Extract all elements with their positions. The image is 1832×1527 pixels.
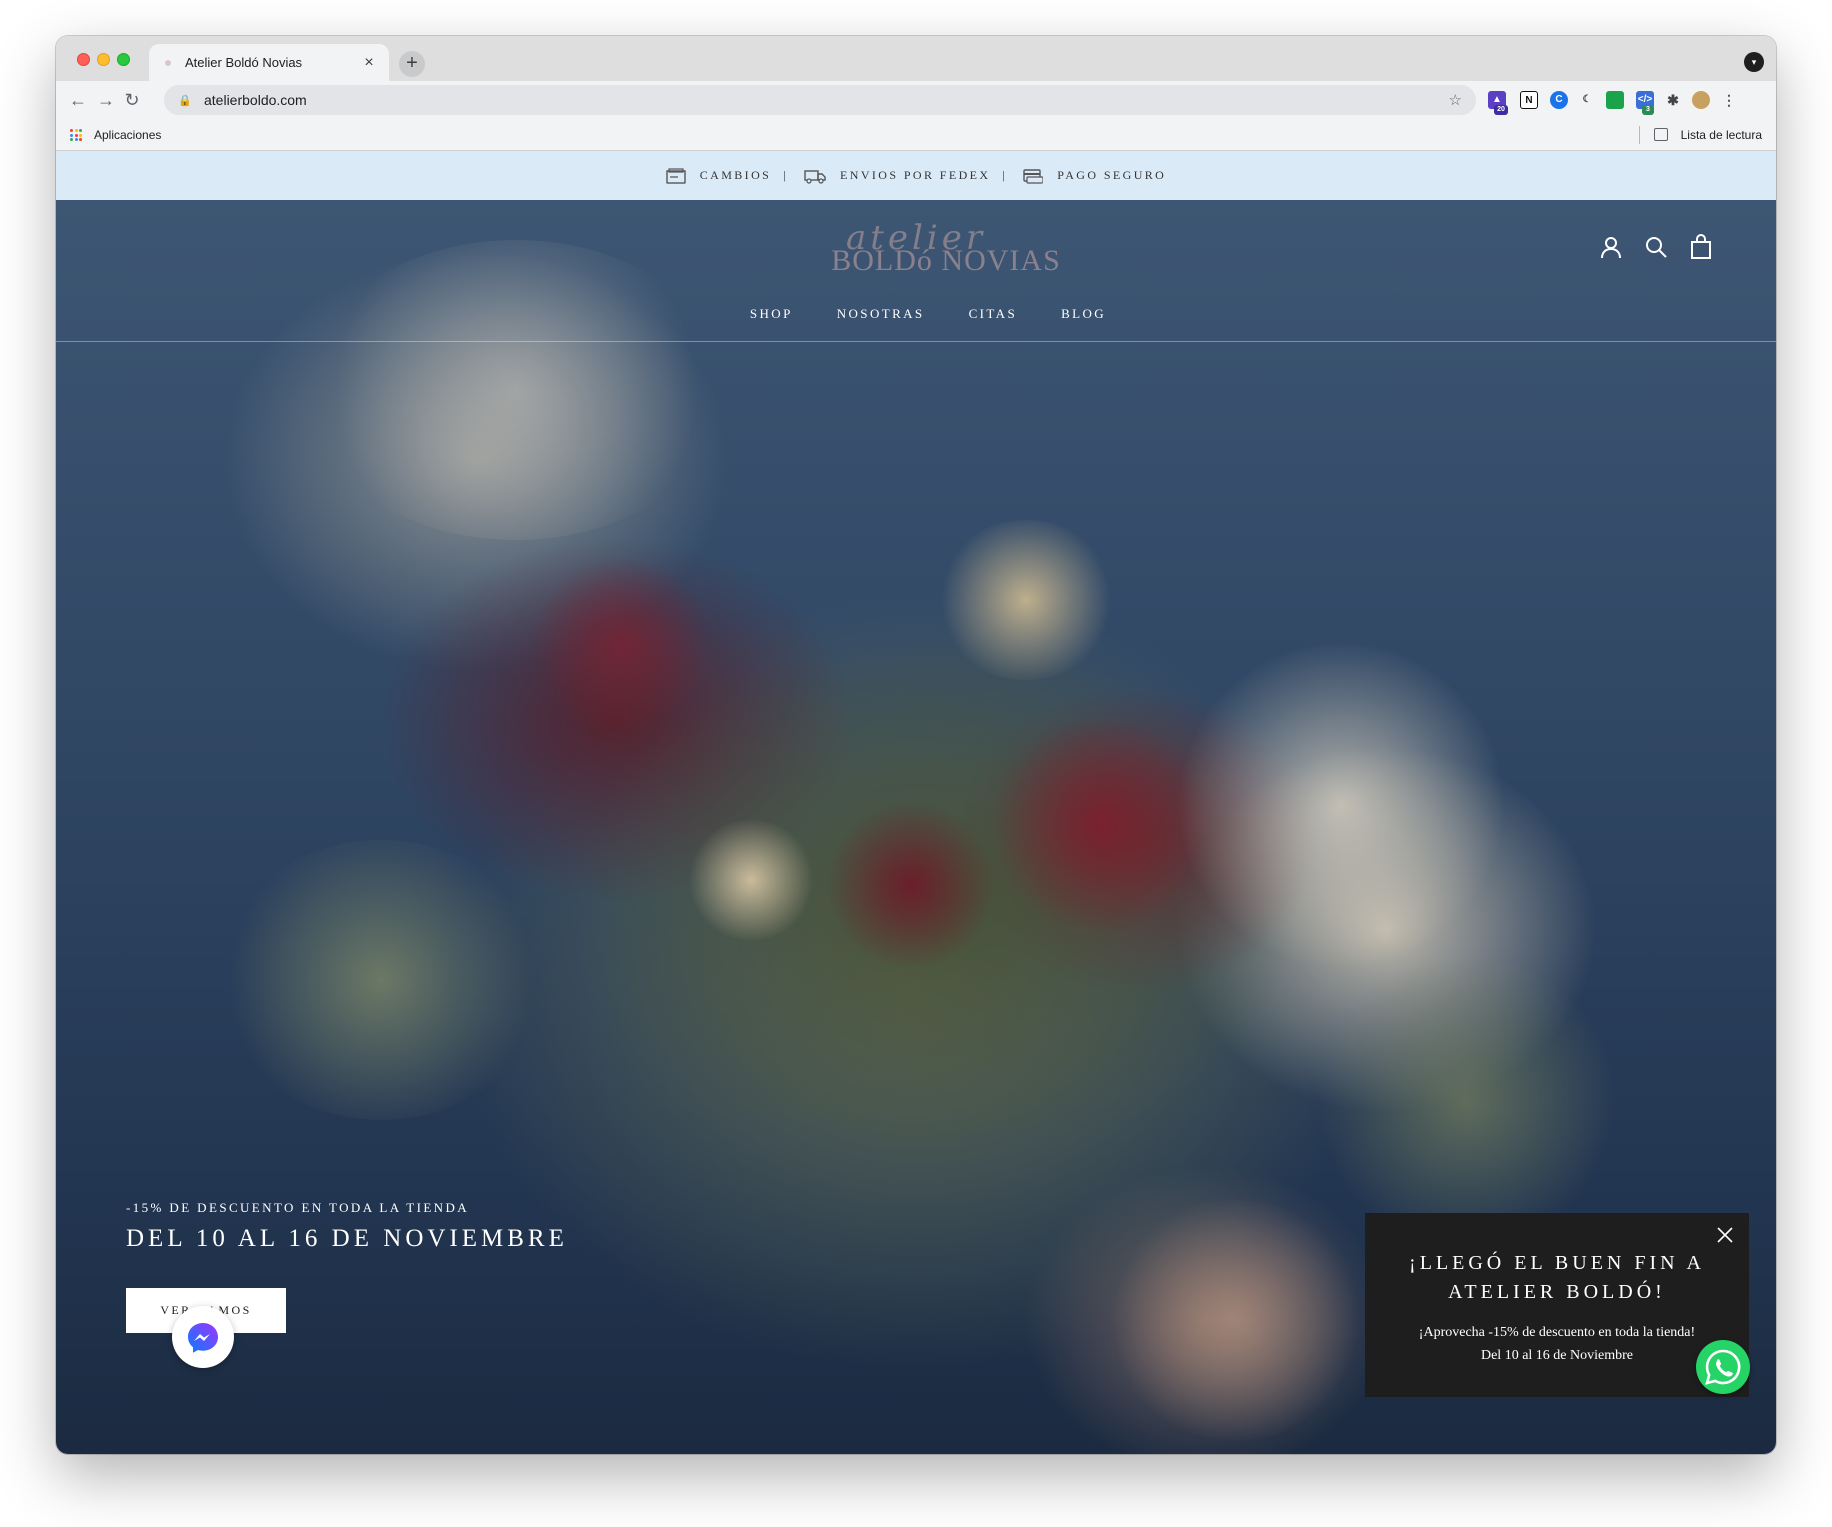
apps-bookmark[interactable]: Aplicaciones xyxy=(94,128,161,142)
site-header: atelier BOLDó NOVIAS SHOP NOSOTRAS CITAS… xyxy=(56,200,1776,342)
secure-payment-icon xyxy=(1023,168,1044,184)
extension-moon-icon[interactable]: ☾ xyxy=(1578,91,1596,109)
popup-body: ¡Aprovecha -15% de descuento en toda la … xyxy=(1365,1321,1749,1367)
browser-toolbar: ← → ↻ 🔒 atelierboldo.com ☆ ▲ 20 N C ☾ </… xyxy=(56,81,1776,119)
tab-title: Atelier Boldó Novias xyxy=(185,55,303,70)
messenger-chat-button[interactable] xyxy=(172,1306,234,1368)
address-bar[interactable]: 🔒 atelierboldo.com ☆ xyxy=(164,85,1476,115)
popup-title: ¡LLEGÓ EL BUEN FIN A ATELIER BOLDÓ! xyxy=(1409,1252,1705,1303)
extension-badge: 3 xyxy=(1642,105,1654,115)
reload-icon[interactable]: ↻ xyxy=(120,88,144,112)
reading-list-icon[interactable] xyxy=(1654,128,1668,141)
notion-extension-icon[interactable]: N xyxy=(1520,91,1538,109)
url-text[interactable]: atelierboldo.com xyxy=(204,92,1449,108)
eucalyptus-leaves-shape xyxy=(216,840,546,1120)
favicon-icon xyxy=(165,59,171,66)
promo-title: DEL 10 AL 16 DE NOVIEMBRE xyxy=(126,1225,568,1252)
reading-list-button[interactable]: Lista de lectura xyxy=(1681,128,1762,142)
more-menu-icon[interactable]: ⋮ xyxy=(1720,91,1738,109)
site-logo[interactable]: BOLDó NOVIAS xyxy=(791,244,1101,278)
close-window-button[interactable] xyxy=(77,53,90,66)
divider xyxy=(1639,126,1640,144)
cream-rose-shape xyxy=(936,520,1116,680)
bookmarks-bar: Aplicaciones Lista de lectura xyxy=(56,119,1776,151)
browser-window: Atelier Boldó Novias × + ▾ ← → ↻ 🔒 ateli… xyxy=(56,36,1776,1454)
profile-avatar[interactable] xyxy=(1692,91,1710,109)
nav-blog[interactable]: BLOG xyxy=(1061,306,1106,322)
white-flowers-shape xyxy=(1176,640,1506,970)
popup-line: ¡Aprovecha -15% de descuento en toda la … xyxy=(1418,1325,1696,1340)
promo-popup: ¡LLEGÓ EL BUEN FIN A ATELIER BOLDÓ! ¡Apr… xyxy=(1365,1213,1749,1397)
delivery-truck-icon xyxy=(804,169,826,184)
hand-shape xyxy=(1106,1200,1366,1440)
whatsapp-icon xyxy=(1705,1349,1741,1385)
search-icon[interactable] xyxy=(1643,234,1669,260)
browser-tab[interactable]: Atelier Boldó Novias × xyxy=(149,44,389,81)
nav-nosotras[interactable]: NOSOTRAS xyxy=(837,306,925,322)
announcement-bar: CAMBIOS | ENVIOS POR FEDEX | PAGO SEGURO xyxy=(56,151,1776,200)
dried-rose-shape xyxy=(826,800,996,970)
maximize-window-button[interactable] xyxy=(117,53,130,66)
announcement-item: CAMBIOS xyxy=(699,168,772,182)
apps-grid-icon[interactable] xyxy=(70,129,82,141)
tab-close-icon[interactable]: × xyxy=(361,54,377,72)
close-icon[interactable] xyxy=(1715,1225,1735,1245)
eucalyptus-leaves-shape xyxy=(1306,960,1626,1240)
extension-badge: 20 xyxy=(1494,105,1508,115)
announcement-separator: | xyxy=(783,168,789,182)
extension-c-icon[interactable]: C xyxy=(1550,91,1568,109)
forward-arrow-icon[interactable]: → xyxy=(94,88,118,112)
shopping-bag-icon[interactable] xyxy=(1688,234,1714,260)
tab-search-icon[interactable]: ▾ xyxy=(1744,52,1764,72)
main-navigation: SHOP NOSOTRAS CITAS BLOG xyxy=(56,306,1776,322)
tab-strip: Atelier Boldó Novias × + ▾ xyxy=(56,36,1776,81)
account-icon[interactable] xyxy=(1598,234,1624,260)
web-page: CAMBIOS | ENVIOS POR FEDEX | PAGO SEGURO xyxy=(56,151,1776,1454)
nav-citas[interactable]: CITAS xyxy=(969,306,1018,322)
messenger-icon xyxy=(188,1323,218,1353)
nav-shop[interactable]: SHOP xyxy=(750,306,793,322)
cream-rose-shape xyxy=(686,820,816,940)
whatsapp-chat-button[interactable] xyxy=(1696,1340,1750,1394)
promo-subtitle: -15% DE DESCUENTO EN TODA LA TIENDA xyxy=(126,1200,470,1215)
exchange-icon xyxy=(666,167,686,184)
puzzle-extensions-icon[interactable]: ✱ xyxy=(1664,91,1682,109)
lock-icon: 🔒 xyxy=(178,94,192,107)
dried-rose-shape xyxy=(526,560,716,730)
new-tab-button[interactable]: + xyxy=(399,51,425,77)
popup-line: Del 10 al 16 de Noviembre xyxy=(1480,1348,1633,1363)
announcement-item: ENVIOS POR FEDEX xyxy=(840,168,991,182)
back-arrow-icon[interactable]: ← xyxy=(66,88,90,112)
bookmark-star-icon[interactable]: ☆ xyxy=(1449,91,1462,109)
minimize-window-button[interactable] xyxy=(97,53,110,66)
announcement-separator: | xyxy=(1002,168,1008,182)
extension-green-icon[interactable] xyxy=(1606,91,1624,109)
announcement-item: PAGO SEGURO xyxy=(1057,168,1167,182)
hero-banner: atelier BOLDó NOVIAS SHOP NOSOTRAS CITAS… xyxy=(56,200,1776,1454)
